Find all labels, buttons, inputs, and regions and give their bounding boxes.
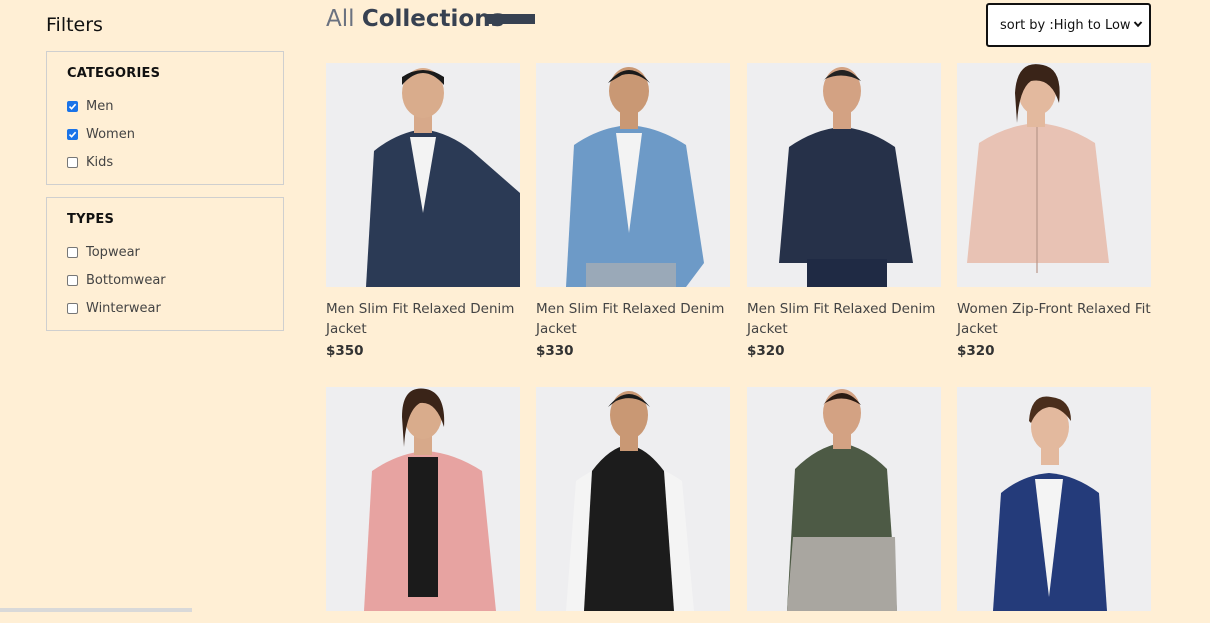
type-option-bottomwear[interactable]: Bottomwear xyxy=(67,271,166,289)
types-filter-panel: TYPES Topwear Bottomwear Winterwear xyxy=(46,197,284,331)
product-image[interactable] xyxy=(536,387,730,611)
product-price: $320 xyxy=(957,343,995,359)
checkbox-kids[interactable] xyxy=(67,156,78,168)
category-option-kids[interactable]: Kids xyxy=(67,153,113,171)
product-price: $330 xyxy=(536,343,574,359)
product-card[interactable]: Women Zip-Front Relaxed Fit Jacket $320 xyxy=(957,63,1151,359)
product-image[interactable] xyxy=(326,387,520,611)
product-name[interactable]: Men Slim Fit Relaxed Denim Jacket xyxy=(747,299,941,339)
type-label-topwear: Topwear xyxy=(86,244,140,260)
product-price: $320 xyxy=(747,343,785,359)
type-label-winterwear: Winterwear xyxy=(86,300,161,316)
product-card[interactable] xyxy=(957,387,1151,623)
types-heading: TYPES xyxy=(67,212,115,227)
sort-selected-value: sort by :High to Low xyxy=(1000,17,1131,33)
checkbox-topwear[interactable] xyxy=(67,246,78,258)
product-name[interactable]: Women Zip-Front Relaxed Fit Jacket xyxy=(957,299,1151,339)
checkbox-women[interactable] xyxy=(67,128,78,140)
title-underline-bar xyxy=(487,14,535,24)
product-card[interactable] xyxy=(536,387,730,623)
product-image[interactable] xyxy=(957,387,1151,611)
chevron-down-icon xyxy=(1133,21,1143,28)
page-title: All Collections xyxy=(326,6,504,32)
categories-heading: CATEGORIES xyxy=(67,66,161,81)
category-label-women: Women xyxy=(86,126,135,142)
product-name[interactable]: Men Slim Fit Relaxed Denim Jacket xyxy=(536,299,730,339)
checkbox-men[interactable] xyxy=(67,100,78,112)
page-title-main: Collections xyxy=(361,6,505,32)
checkbox-winterwear[interactable] xyxy=(67,302,78,314)
category-label-kids: Kids xyxy=(86,154,114,170)
category-label-men: Men xyxy=(86,98,114,114)
product-card[interactable]: Men Slim Fit Relaxed Denim Jacket $350 xyxy=(326,63,520,359)
product-name[interactable]: Men Slim Fit Relaxed Denim Jacket xyxy=(326,299,520,339)
horizontal-scrollbar[interactable] xyxy=(0,608,192,612)
page-title-prefix: All xyxy=(326,6,355,32)
type-label-bottomwear: Bottomwear xyxy=(86,272,166,288)
product-image[interactable] xyxy=(536,63,730,287)
checkbox-bottomwear[interactable] xyxy=(67,274,78,286)
product-image[interactable] xyxy=(747,387,941,611)
categories-filter-panel: CATEGORIES Men Women Kids xyxy=(46,51,284,185)
filters-title: Filters xyxy=(46,14,103,36)
product-image[interactable] xyxy=(957,63,1151,287)
type-option-winterwear[interactable]: Winterwear xyxy=(67,299,161,317)
category-option-women[interactable]: Women xyxy=(67,125,135,143)
product-card[interactable] xyxy=(747,387,941,623)
product-image[interactable] xyxy=(747,63,941,287)
type-option-topwear[interactable]: Topwear xyxy=(67,243,140,261)
product-price: $350 xyxy=(326,343,364,359)
category-option-men[interactable]: Men xyxy=(67,97,113,115)
sort-select[interactable]: sort by :High to Low xyxy=(986,3,1151,47)
product-image[interactable] xyxy=(326,63,520,287)
product-card[interactable]: Men Slim Fit Relaxed Denim Jacket $320 xyxy=(747,63,941,359)
product-card[interactable] xyxy=(326,387,520,623)
product-card[interactable]: Men Slim Fit Relaxed Denim Jacket $330 xyxy=(536,63,730,359)
